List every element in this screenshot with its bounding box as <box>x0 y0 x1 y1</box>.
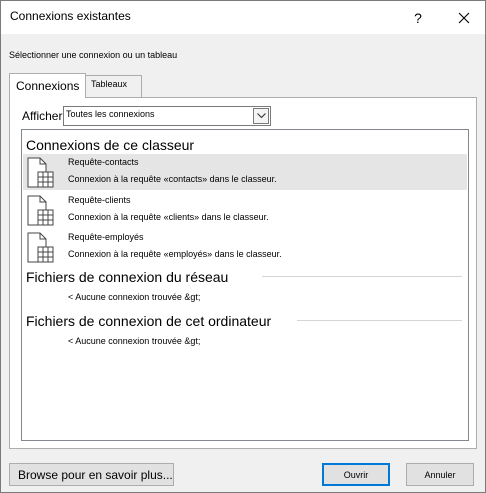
cancel-button[interactable]: Annuler <box>406 463 474 486</box>
connection-description: Connexion à la requête «contacts» dans l… <box>68 174 277 184</box>
connection-name: Requête-contacts <box>68 157 139 167</box>
list-item-requete-employes[interactable]: Requête-employés Connexion à la requête … <box>23 229 467 265</box>
section-divider <box>262 276 462 277</box>
close-button[interactable] <box>445 1 483 34</box>
help-button[interactable]: ? <box>399 1 437 34</box>
section-divider <box>297 320 462 321</box>
instruction-text: Sélectionner une connexion ou un tableau <box>9 50 178 60</box>
chevron-down-icon <box>256 113 266 119</box>
connection-description: Connexion à la requête «clients» dans le… <box>68 212 269 222</box>
list-item-requete-clients[interactable]: Requête-clients Connexion à la requête «… <box>23 192 467 228</box>
connection-description: Connexion à la requête «employés» dans l… <box>68 249 282 259</box>
tab-tableaux[interactable]: Tableaux <box>86 75 142 97</box>
connection-name: Requête-employés <box>68 232 144 242</box>
computer-empty-message: < Aucune connexion trouvée &gt; <box>68 336 201 346</box>
connection-name: Requête-clients <box>68 195 131 205</box>
table-connection-icon <box>27 232 54 263</box>
section-computer-title: Fichiers de connexion de cet ordinateur <box>26 313 272 329</box>
window-title: Connexions existantes <box>10 9 131 23</box>
existing-connections-dialog: Connexions existantes ? Sélectionner une… <box>0 0 486 493</box>
table-connection-icon <box>27 157 54 188</box>
connections-list[interactable]: Connexions de ce classeur Requête-contac… <box>21 129 469 441</box>
filter-select[interactable]: Toutes les connexions <box>63 106 271 126</box>
section-workbook-title: Connexions de ce classeur <box>26 137 195 153</box>
filter-dropdown-button[interactable] <box>253 108 269 124</box>
close-icon <box>458 12 470 23</box>
list-item-requete-contacts[interactable]: Requête-contacts Connexion à la requête … <box>23 154 467 190</box>
section-network-title: Fichiers de connexion du réseau <box>26 269 229 285</box>
network-empty-message: < Aucune connexion trouvée &gt; <box>68 292 201 302</box>
filter-select-value: Toutes les connexions <box>66 109 155 119</box>
title-bar: Connexions existantes ? <box>1 1 485 34</box>
filter-label: Afficher <box>22 109 63 123</box>
browse-button[interactable]: Browse pour en savoir plus... <box>9 463 174 486</box>
tab-connexions[interactable]: Connexions <box>9 73 86 98</box>
table-connection-icon <box>27 195 54 226</box>
tab-panel: Afficher Toutes les connexions Connexion… <box>9 97 477 449</box>
open-button[interactable]: Ouvrir <box>322 463 390 486</box>
